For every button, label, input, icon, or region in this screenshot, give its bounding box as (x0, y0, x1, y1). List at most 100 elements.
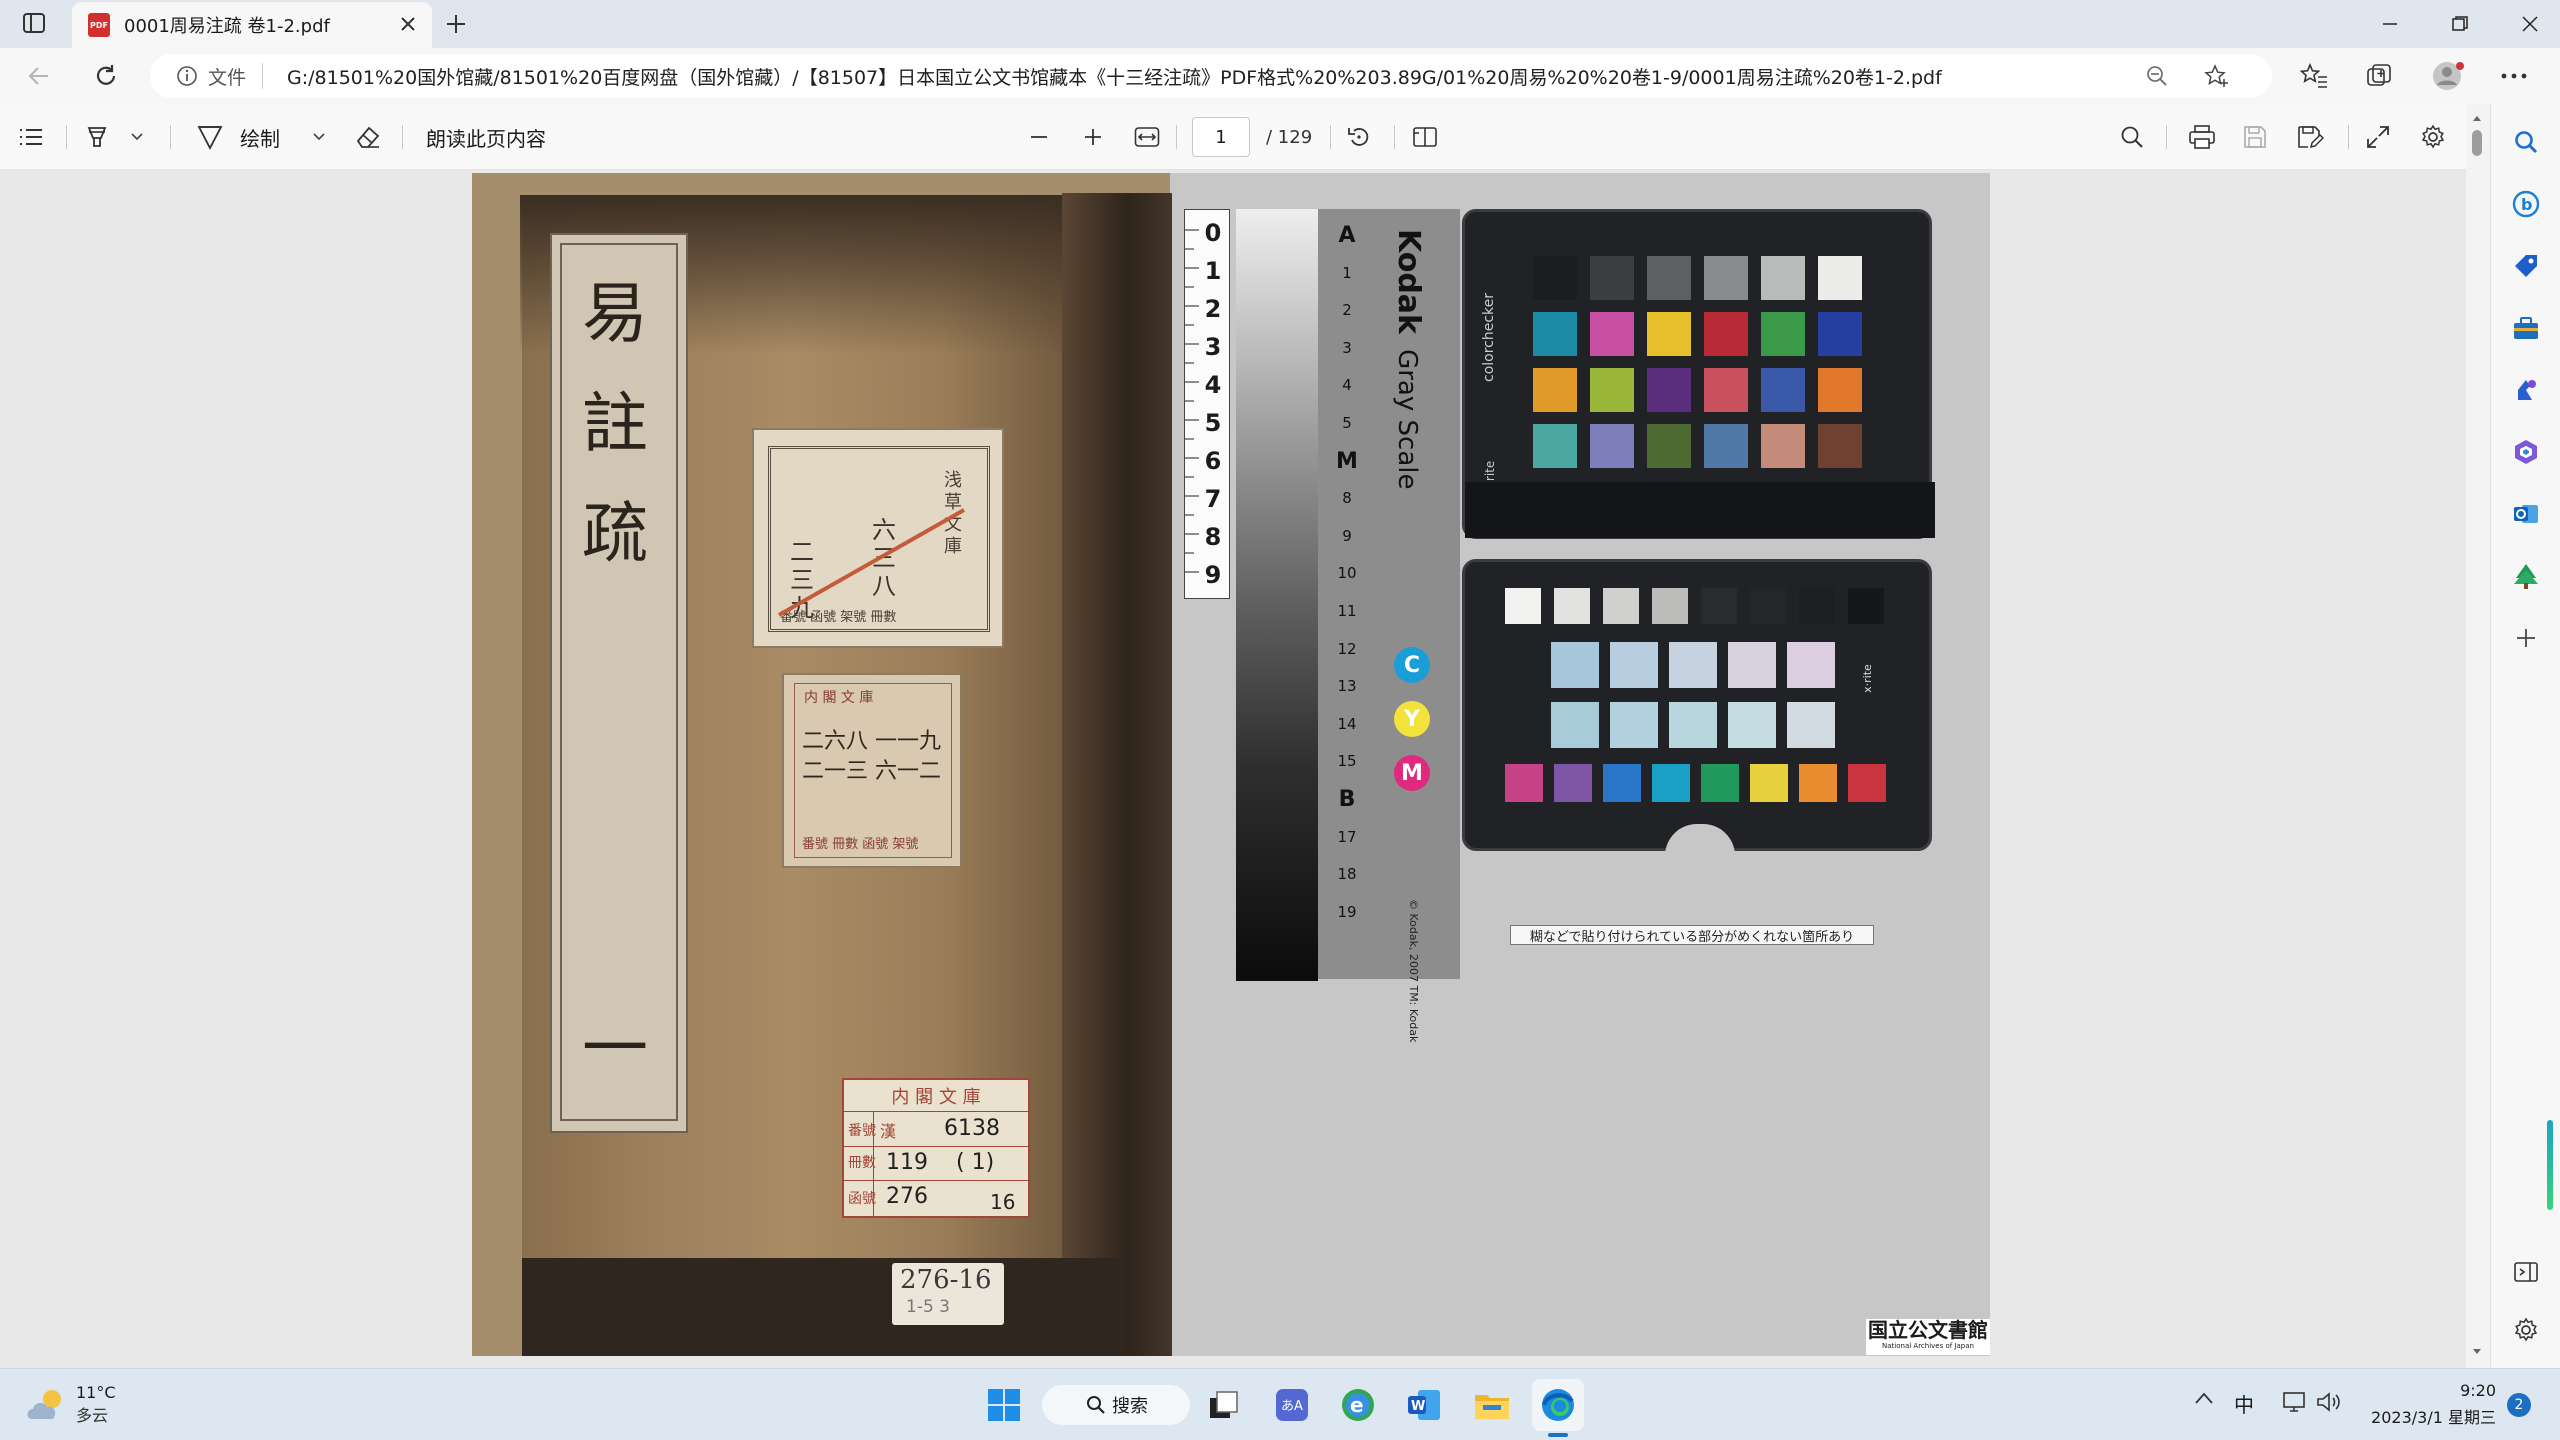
sidebar-settings-gear-icon[interactable] (2506, 1310, 2546, 1350)
rotate-icon[interactable] (1346, 104, 1372, 170)
read-aloud-label: 朗读此页内容 (426, 126, 546, 151)
find-icon[interactable] (2120, 104, 2144, 170)
word-app-icon[interactable]: W (1398, 1379, 1450, 1431)
file-scheme-label: 文件 (208, 66, 247, 89)
zoom-out-icon[interactable] (1028, 104, 1050, 170)
file-explorer-icon[interactable] (1466, 1379, 1518, 1431)
ruler-digit: 3 (1204, 333, 1222, 361)
back-icon[interactable] (26, 63, 52, 89)
zoom-icon[interactable] (2146, 65, 2168, 87)
add-sidebar-item-icon[interactable] (2506, 618, 2546, 658)
contents-icon[interactable] (18, 104, 44, 170)
draw-button[interactable]: 绘制 (196, 104, 280, 170)
tools-briefcase-icon[interactable] (2506, 308, 2546, 348)
lower-label-header: 内 閣 文 庫 (844, 1080, 1028, 1112)
save-icon[interactable] (2242, 104, 2268, 170)
zoom-in-icon[interactable] (1082, 104, 1104, 170)
collections-icon[interactable] (2366, 63, 2392, 89)
scrollbar-thumb[interactable] (2472, 130, 2482, 156)
weather-widget[interactable]: 11°C 多云 (24, 1383, 116, 1426)
white-balance-swatch (1669, 642, 1717, 688)
ruler-digit: 7 (1204, 485, 1222, 513)
close-window-button[interactable] (2495, 0, 2560, 48)
kodak-mark: M (1336, 448, 1358, 474)
color-swatch (1590, 256, 1634, 300)
clock[interactable]: 9:20 2023/3/1 星期三 (2362, 1381, 2496, 1428)
kodak-gray-scale-card: Kodak Gray Scale A 1 2 3 4 5 M 8 9 10 11… (1318, 209, 1460, 1042)
page-view-icon[interactable] (1412, 104, 1438, 170)
translate-app-icon[interactable]: あA (1266, 1379, 1318, 1431)
search-icon[interactable] (2506, 122, 2546, 162)
add-favorite-icon[interactable] (2204, 64, 2230, 88)
ruler-digit: 1 (1204, 257, 1222, 285)
read-aloud-button[interactable]: 朗读此页内容 (426, 104, 546, 170)
kodak-mark: 18 (1337, 865, 1357, 884)
start-button[interactable] (978, 1379, 1030, 1431)
tab-actions-icon[interactable] (22, 12, 46, 34)
games-icon[interactable] (2506, 370, 2546, 410)
page-number-input[interactable]: 1 (1192, 117, 1250, 157)
ime-indicator[interactable]: 中 (2234, 1389, 2254, 1418)
search-icon (1086, 1395, 1106, 1415)
colorchecker-bottom-panel: x·rite (1462, 559, 1932, 856)
asakusa-library-label: 浅草文庫 二三九 六三八 番號 函號 架號 冊數 (752, 428, 1004, 648)
tree-icon[interactable] (2506, 556, 2546, 596)
kodak-mark: B (1338, 786, 1356, 812)
color-swatch (1647, 312, 1691, 356)
gray-swatch (1799, 588, 1835, 624)
tab-strip: PDF 0001周易注疏 卷1-2.pdf (0, 0, 2560, 48)
lower-label-row2-label: 冊數 (848, 1155, 876, 1171)
yellow-dot: Y (1394, 701, 1430, 737)
settings-gear-icon[interactable] (2420, 104, 2446, 170)
clock-date: 2023/3/1 星期三 (2371, 1408, 2496, 1427)
save-as-icon[interactable] (2296, 104, 2324, 170)
draw-dropdown-icon[interactable] (312, 104, 326, 170)
color-swatch (1761, 256, 1805, 300)
new-tab-button[interactable] (444, 12, 468, 36)
cabinet-library-card: 内 閣 文 庫 番號 漢 6138 冊數 119 ( 1) 函號 276 16 (842, 1078, 1030, 1218)
shopping-tag-icon[interactable] (2506, 246, 2546, 286)
office-icon[interactable] (2506, 432, 2546, 472)
scroll-down-arrow-icon[interactable] (2472, 1348, 2482, 1356)
eraser-icon[interactable] (354, 104, 382, 170)
taskbar-search-box[interactable]: 搜索 (1042, 1385, 1190, 1425)
network-icon[interactable] (2282, 1391, 2308, 1413)
highlight-icon[interactable] (84, 104, 110, 170)
lower-label-row2-paren: ( 1) (956, 1150, 995, 1175)
volume-icon[interactable] (2316, 1391, 2342, 1413)
tab-close-icon[interactable] (398, 14, 418, 34)
tab-title: 0001周易注疏 卷1-2.pdf (124, 16, 330, 37)
task-view-icon[interactable] (1198, 1379, 1250, 1431)
bing-chat-icon[interactable]: b (2506, 184, 2546, 224)
tab-active-pdf[interactable]: PDF 0001周易注疏 卷1-2.pdf (72, 2, 432, 48)
address-bar[interactable]: 文件 G:/81501%20国外馆藏/81501%20百度网盘（国外馆藏）/【8… (150, 54, 2272, 98)
draw-label: 绘制 (240, 126, 280, 151)
kodak-mark: 12 (1337, 639, 1357, 658)
notification-badge[interactable]: 2 (2507, 1393, 2531, 1417)
profile-avatar[interactable] (2432, 60, 2466, 92)
vertical-scrollbar[interactable] (2466, 104, 2488, 1368)
spine-shelf-label: 276-16 1-5 3 (892, 1263, 1004, 1325)
minimize-button[interactable] (2355, 0, 2425, 48)
info-icon[interactable] (176, 65, 198, 87)
edge-app-icon[interactable] (1532, 1379, 1584, 1431)
url-text[interactable]: G:/81501%20国外馆藏/81501%20百度网盘（国外馆藏）/【8150… (287, 63, 1942, 90)
fit-width-icon[interactable] (1134, 104, 1160, 170)
favorites-icon[interactable] (2300, 63, 2328, 89)
cover-title-char-3: 疏 (582, 495, 648, 572)
refresh-icon[interactable] (93, 63, 119, 89)
scroll-up-arrow-icon[interactable] (2472, 114, 2482, 122)
restore-button[interactable] (2425, 0, 2495, 48)
fullscreen-icon[interactable] (2366, 104, 2390, 170)
book-cover-photo: 易 註 疏 一 浅草文庫 二三九 六三八 番號 函號 架號 冊數 内 閣 文 庫… (472, 173, 1172, 1356)
sidebar-indicator (2547, 1120, 2553, 1210)
browser-e-icon[interactable]: e (1332, 1379, 1384, 1431)
print-icon[interactable] (2188, 104, 2216, 170)
highlight-dropdown-icon[interactable] (130, 104, 144, 170)
more-menu-icon[interactable] (2500, 72, 2528, 80)
national-archives-logo: 国立公文書館 National Archives of Japan (1866, 1319, 1990, 1355)
kodak-mark: 13 (1337, 677, 1357, 696)
outlook-icon[interactable] (2506, 494, 2546, 534)
hide-sidebar-icon[interactable] (2506, 1252, 2546, 1292)
tray-overflow-chevron-icon[interactable] (2194, 1391, 2214, 1405)
